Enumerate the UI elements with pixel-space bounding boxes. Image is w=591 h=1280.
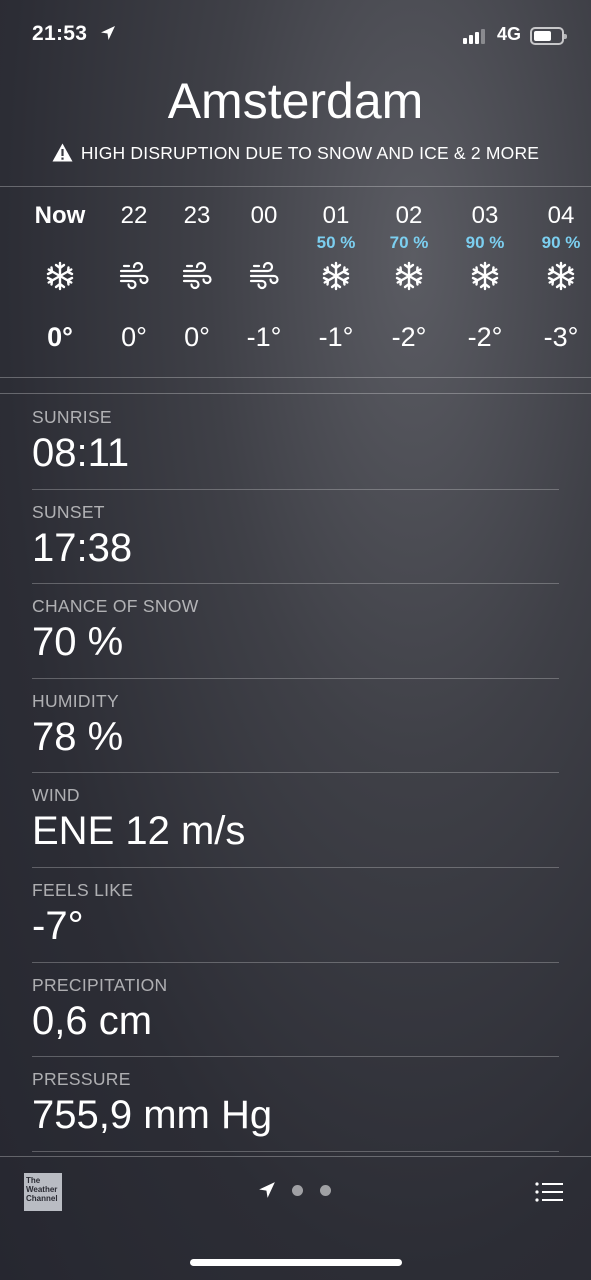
detail-label: SUNSET (32, 501, 105, 522)
detail-value: 08:11 (32, 431, 130, 475)
snowflake-icon (393, 260, 425, 292)
detail-row-wind: WIND ENE 12 m/s (32, 773, 559, 868)
snowflake-icon (545, 260, 577, 292)
warning-icon (52, 143, 73, 162)
signal-bars-icon (463, 28, 489, 44)
wind-icon (181, 260, 213, 292)
hourly-column: 00 -1° (226, 190, 302, 376)
wind-icon (118, 260, 150, 292)
alert-text: HIGH DISRUPTION DUE TO SNOW AND ICE & 2 … (80, 143, 540, 163)
hour-temp: -2° (467, 322, 503, 352)
detail-label: HUMIDITY (32, 690, 119, 711)
detail-label: FEELS LIKE (32, 879, 134, 900)
detail-label: SUNRISE (32, 407, 112, 427)
status-bar: 21:53 4G (0, 0, 591, 72)
precip-chance: 70 % (389, 233, 429, 252)
detail-row-pressure: PRESSURE 755,9 mm Hg (32, 1057, 559, 1152)
location-arrow-icon (101, 26, 115, 40)
hour-temp: -1° (318, 322, 354, 352)
detail-label: PRECIPITATION (32, 974, 168, 995)
hourly-column: 03 90 % -2° (447, 190, 523, 376)
detail-row-humidity: HUMIDITY 78 % (32, 679, 559, 774)
detail-row-chance-of-snow: CHANCE OF SNOW 70 % (32, 584, 559, 679)
wind-icon (248, 260, 280, 292)
precip-chance: 90 % (541, 233, 581, 252)
location-arrow-icon (259, 1182, 275, 1198)
divider (0, 377, 591, 378)
hour-label: 04 (547, 202, 575, 229)
hour-temp: -3° (543, 322, 579, 352)
snowflake-icon (469, 260, 501, 292)
snowflake-icon (320, 260, 352, 292)
hour-temp: -1° (246, 322, 282, 352)
weather-details: SUNRISE 08:11 SUNSET 17:38 CHANCE OF SNOW 70 … (32, 395, 559, 1152)
hour-label: 03 (471, 202, 499, 229)
hourly-column: 04 90 % -3° (523, 190, 591, 376)
detail-value: ENE 12 m/s (32, 809, 246, 854)
list-icon[interactable] (535, 1181, 563, 1203)
hourly-forecast[interactable]: Now 0° 22 0° 23 0° 00 -1° 01 50 % -1° 02 70 % -2° 03 90… (0, 190, 591, 376)
detail-row-feels-like: FEELS LIKE -7° (32, 868, 559, 963)
page-dot (292, 1185, 303, 1196)
hourly-column: 02 70 % -2° (371, 190, 447, 376)
hourly-column: 23 0° (159, 190, 235, 376)
detail-label: WIND (32, 785, 80, 806)
snowflake-icon (44, 260, 76, 292)
detail-row-sunset: SUNSET 17:38 (32, 490, 559, 585)
precip-chance: 50 % (316, 233, 356, 252)
detail-value: 0,6 cm (32, 998, 153, 1043)
detail-value: 17:38 (32, 525, 133, 570)
weather-alert[interactable]: HIGH DISRUPTION DUE TO SNOW AND ICE & 2 … (0, 143, 591, 164)
detail-value: 70 % (32, 620, 124, 665)
detail-value: 755,9 mm Hg (32, 1093, 273, 1138)
hourly-column: 01 50 % -1° (298, 190, 374, 376)
detail-row-sunrise: SUNRISE 08:11 (32, 395, 559, 490)
detail-value: -7° (32, 903, 84, 948)
detail-row-precipitation: PRECIPITATION 0,6 cm (32, 963, 559, 1058)
battery-icon (530, 27, 567, 45)
hourly-column: Now 0° (22, 190, 98, 376)
hour-temp: 0° (184, 322, 210, 352)
page-dot (320, 1185, 331, 1196)
hour-temp: 0° (47, 322, 73, 352)
city-name: Amsterdam (167, 73, 424, 129)
precip-chance: 90 % (465, 233, 505, 252)
detail-value: 78 % (32, 714, 124, 759)
divider (0, 186, 591, 187)
weather-channel-logo[interactable]: The Weather Channel (24, 1173, 62, 1211)
divider (0, 393, 591, 394)
hour-label: 23 (183, 202, 211, 229)
hour-label: 01 (322, 202, 350, 229)
hour-temp: -2° (391, 322, 427, 352)
hour-label: 02 (395, 202, 423, 229)
page-indicator[interactable] (258, 1181, 338, 1201)
network-type: 4G (497, 24, 522, 44)
status-time: 21:53 (32, 22, 88, 45)
hour-label: Now (34, 202, 86, 229)
home-indicator[interactable] (190, 1259, 402, 1266)
hour-label: 00 (250, 202, 278, 229)
detail-label: PRESSURE (32, 1069, 131, 1090)
detail-label: CHANCE OF SNOW (32, 596, 199, 617)
